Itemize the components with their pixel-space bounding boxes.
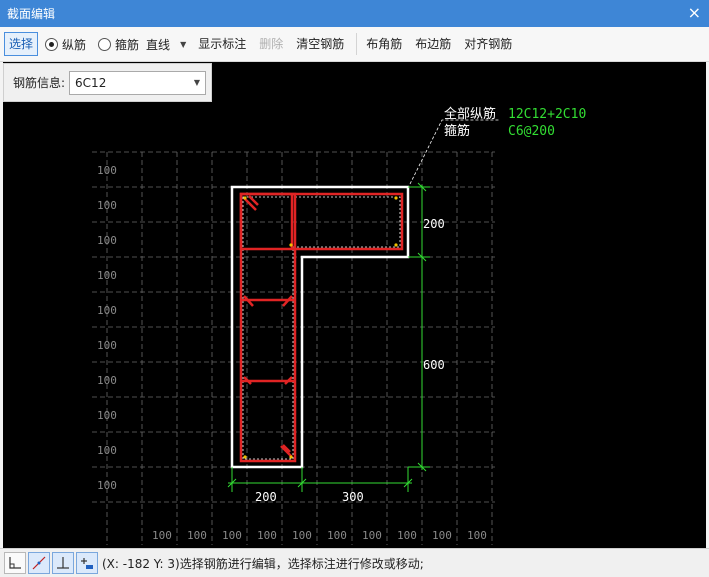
grid-label: 100	[257, 529, 277, 542]
rebar-point[interactable]	[394, 243, 398, 247]
radio-unchecked-icon	[98, 37, 112, 51]
align-rebar-button[interactable]: 对齐钢筋	[459, 32, 517, 56]
select-button[interactable]: 选择	[4, 32, 39, 56]
grid-label: 100	[467, 529, 487, 542]
grid-label: 100	[97, 304, 117, 317]
rebar-info-label: 钢筋信息:	[13, 76, 66, 90]
all-longitudinal-label[interactable]: 全部纵筋	[444, 106, 496, 122]
dim-bottom-right[interactable]: 300	[342, 490, 364, 504]
line-mode-dropdown[interactable]: 直线 ▼	[141, 32, 191, 56]
show-annotation-button[interactable]: 显示标注	[193, 32, 251, 56]
grid-label: 100	[97, 339, 117, 352]
delete-button[interactable]: 删除	[254, 32, 288, 56]
rebar-point[interactable]	[243, 196, 247, 200]
grid-label: 100	[432, 529, 452, 542]
grid-label: 100	[97, 374, 117, 387]
cover-line	[242, 196, 401, 460]
rebar-point[interactable]	[289, 243, 293, 247]
stirrup-flange[interactable]	[239, 192, 404, 251]
grid-label: 100	[222, 529, 242, 542]
rebar-point[interactable]	[243, 455, 247, 459]
edge-rebar-button[interactable]: 布边筋	[410, 32, 456, 56]
grid-label: 100	[97, 409, 117, 422]
close-icon[interactable]: ×	[688, 3, 701, 23]
grid-label: 100	[327, 529, 347, 542]
rebar-info-select[interactable]: 6C12 ▼	[69, 70, 207, 95]
dim-bottom-left[interactable]: 200	[255, 490, 277, 504]
clear-rebar-button[interactable]: 清空钢筋	[291, 32, 349, 56]
grid-label: 100	[152, 529, 172, 542]
section-drawing[interactable]: 100 100 100 100 100 100 100 100 100 100 100 100 100 1…	[3, 62, 706, 548]
rebar-point[interactable]	[289, 455, 293, 459]
grid-label: 100	[97, 269, 117, 282]
all-longitudinal-value[interactable]: 12C12+2C10	[508, 107, 586, 122]
ortho-mode-icon[interactable]	[4, 552, 26, 574]
drawing-canvas[interactable]: 100 100 100 100 100 100 100 100 100 100 100 100 100 1…	[3, 62, 706, 548]
grid-label: 100	[97, 164, 117, 177]
grid-label: 100	[97, 234, 117, 247]
grid-label: 100	[362, 529, 382, 542]
grid-label: 100	[292, 529, 312, 542]
stirrup-annotation-label[interactable]: 箍筋	[444, 123, 470, 139]
rebar-info-value: 6C12	[75, 75, 107, 90]
stirrup-hook	[280, 444, 293, 458]
grid-label: 100	[97, 444, 117, 457]
longitudinal-bars[interactable]	[243, 196, 398, 459]
grid-label: 100	[97, 199, 117, 212]
status-text: (X: -182 Y: 3)选择钢筋进行编辑，选择标注进行修改或移动;	[102, 556, 424, 571]
stirrup-annotation-value[interactable]: C6@200	[508, 124, 555, 139]
perpendicular-snap-icon[interactable]	[52, 552, 74, 574]
title-bar: 截面编辑 ×	[0, 0, 709, 27]
rebar-point[interactable]	[394, 196, 398, 200]
radio-checked-icon	[45, 37, 59, 51]
toolbar: 选择 纵筋 箍筋 直线 ▼ 显示标注 删除 清空钢筋 布角筋 布边筋 对齐钢筋	[0, 27, 709, 62]
window-title: 截面编辑	[7, 7, 56, 21]
dim-top-height[interactable]: 200	[423, 217, 445, 231]
stirrup-radio[interactable]: 箍筋	[98, 36, 139, 53]
point-snap-icon[interactable]	[76, 552, 98, 574]
longitudinal-radio[interactable]: 纵筋	[45, 36, 86, 53]
rebar-info-panel: 钢筋信息: 6C12 ▼	[3, 63, 212, 102]
corner-rebar-button[interactable]: 布角筋	[361, 32, 407, 56]
chevron-down-icon: ▼	[180, 39, 187, 49]
status-bar: (X: -182 Y: 3)选择钢筋进行编辑，选择标注进行修改或移动;	[0, 548, 709, 577]
grid-label: 100	[187, 529, 207, 542]
stirrup-web[interactable]	[239, 192, 297, 463]
chevron-down-icon: ▼	[193, 78, 201, 87]
line-mode-value: 直线	[146, 37, 171, 52]
grid-label: 100	[397, 529, 417, 542]
grid	[92, 151, 495, 545]
snap-diagonal-icon[interactable]	[28, 552, 50, 574]
toolbar-separator	[356, 33, 358, 55]
stirrup-group[interactable]	[239, 192, 404, 463]
stirrup-radio-label: 箍筋	[115, 37, 140, 52]
grid-label: 100	[97, 479, 117, 492]
dim-total-height[interactable]: 600	[423, 358, 445, 372]
longitudinal-radio-label: 纵筋	[62, 37, 87, 52]
